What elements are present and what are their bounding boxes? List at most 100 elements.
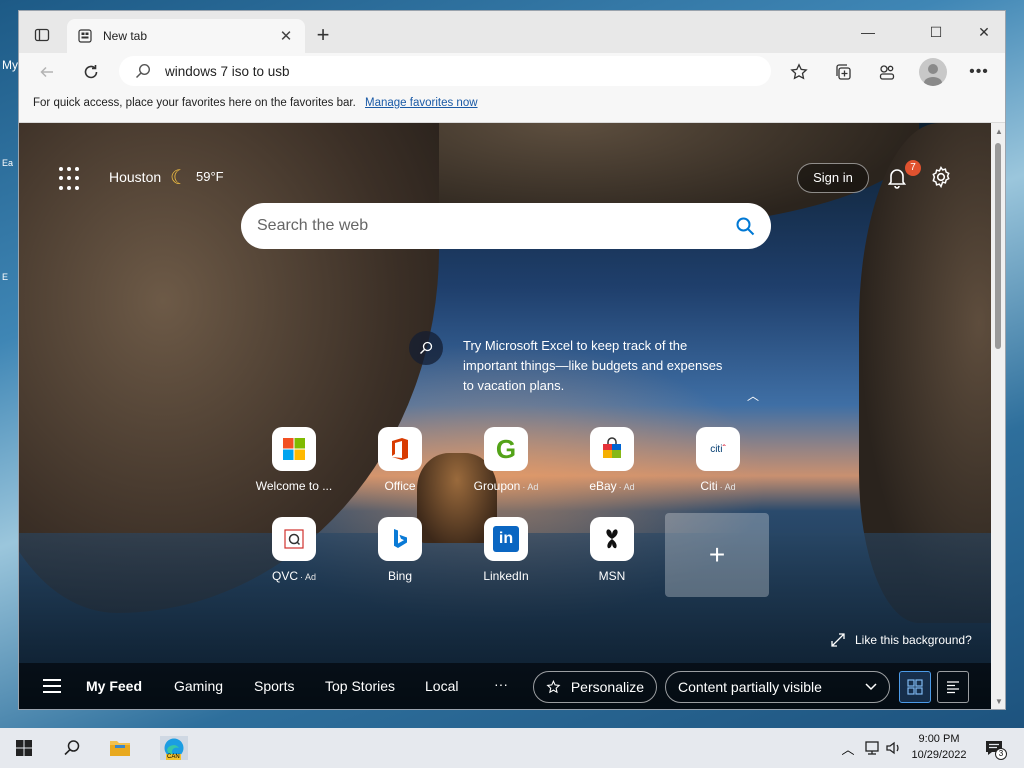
search-icon: [64, 740, 80, 756]
scroll-down-arrow-icon[interactable]: ▼: [994, 697, 1004, 706]
new-tab-page: Houston ☾ 59°F Sign in 7 Search the web …: [19, 123, 991, 709]
tile-label: Citi: [700, 479, 718, 493]
tab-actions-icon: [34, 28, 50, 42]
desktop-label-2: Ea: [2, 158, 14, 168]
avatar-icon: [924, 64, 942, 86]
moon-icon: ☾: [170, 167, 188, 189]
grid-view-button[interactable]: [899, 671, 931, 703]
edge-badge: CAN: [166, 754, 181, 760]
page-scrollbar[interactable]: ▲ ▼: [991, 123, 1005, 709]
scrollbar-thumb[interactable]: [995, 143, 1001, 349]
action-center-badge: 3: [995, 748, 1007, 760]
gear-icon[interactable]: [929, 165, 953, 189]
quick-link-tile[interactable]: Bing: [357, 517, 443, 597]
hamburger-menu-icon[interactable]: [43, 679, 61, 693]
content-visibility-dropdown[interactable]: Content partially visible: [665, 671, 890, 703]
tile-label: QVC: [271, 569, 298, 583]
office-logo-icon: [378, 427, 422, 471]
feed-more-icon[interactable]: ···: [494, 676, 508, 692]
weather-city[interactable]: Houston: [109, 169, 161, 185]
show-hidden-icons-button[interactable]: ︿: [836, 736, 860, 760]
like-background-link[interactable]: Like this background?: [831, 633, 972, 647]
title-bar: New tab ✕ + — ☐ ✕: [19, 11, 1005, 53]
list-view-button[interactable]: [937, 671, 969, 703]
feed-tab-local[interactable]: Local: [425, 678, 458, 694]
feed-tab-top-stories[interactable]: Top Stories: [325, 678, 395, 694]
personalize-button[interactable]: Personalize: [533, 671, 657, 703]
sign-in-button[interactable]: Sign in: [797, 163, 869, 193]
desktop-label-1: My: [2, 58, 18, 72]
tip-text[interactable]: Try Microsoft Excel to keep track of the…: [463, 336, 723, 396]
address-text: windows 7 iso to usb: [165, 63, 290, 79]
search-icon[interactable]: [735, 216, 755, 236]
scroll-up-arrow-icon[interactable]: ▲: [994, 127, 1004, 136]
web-search-box[interactable]: Search the web: [241, 203, 771, 249]
tile-label: MSN: [598, 569, 626, 583]
feed-navigation: My Feed Gaming Sports Top Stories Local …: [19, 663, 991, 709]
clock-time: 9:00 PM: [918, 733, 960, 745]
back-button[interactable]: [33, 58, 61, 86]
new-tab-button[interactable]: +: [311, 24, 335, 48]
star-icon: [790, 63, 808, 80]
tip-search-icon[interactable]: [409, 331, 443, 365]
feed-tab-gaming[interactable]: Gaming: [174, 678, 223, 694]
feed-tab-sports[interactable]: Sports: [254, 678, 294, 694]
microsoft-logo-icon: [272, 427, 316, 471]
desktop-label-3: E: [2, 272, 9, 282]
system-clock[interactable]: 9:00 PM 10/29/2022: [904, 731, 974, 763]
ad-label: · Ad: [719, 482, 736, 492]
quick-link-tile[interactable]: G Groupon · Ad: [463, 427, 549, 507]
profile-avatar[interactable]: [919, 58, 947, 86]
quick-link-tile[interactable]: in LinkedIn: [463, 517, 549, 597]
linkedin-logo-icon: in: [484, 517, 528, 561]
tile-label: LinkedIn: [483, 569, 529, 583]
tab-actions-button[interactable]: [29, 22, 55, 48]
favorites-button[interactable]: [785, 58, 813, 86]
collections-icon: [836, 64, 851, 80]
manage-favorites-link[interactable]: Manage favorites now: [365, 97, 478, 109]
quick-link-tile[interactable]: Office: [357, 427, 443, 507]
refresh-button[interactable]: [77, 58, 105, 86]
favorites-bar-message: For quick access, place your favorites h…: [33, 97, 356, 109]
taskbar-search-button[interactable]: [60, 736, 84, 760]
search-icon: [135, 63, 151, 79]
weather-temperature[interactable]: 59°F: [196, 169, 224, 184]
quick-link-tile[interactable]: MSN: [569, 517, 655, 597]
edge-taskbar-button[interactable]: CAN: [160, 736, 188, 760]
file-explorer-button[interactable]: [108, 736, 132, 760]
close-window-button[interactable]: ✕: [961, 19, 1005, 45]
quick-link-tile[interactable]: Welcome to ...: [251, 427, 337, 507]
address-bar[interactable]: windows 7 iso to usb: [119, 56, 771, 86]
add-quick-link-button[interactable]: +: [665, 513, 769, 597]
notification-badge: 7: [905, 160, 921, 176]
expand-icon: [831, 633, 845, 647]
start-button[interactable]: [12, 736, 36, 760]
collections-button[interactable]: [829, 58, 857, 86]
tab-close-icon[interactable]: ✕: [277, 27, 295, 45]
network-icon[interactable]: [860, 736, 884, 760]
tab-new-tab[interactable]: New tab ✕: [67, 19, 305, 53]
folder-icon: [110, 741, 130, 756]
app-launcher-icon[interactable]: [59, 167, 83, 191]
feed-tab-my-feed[interactable]: My Feed: [86, 678, 142, 694]
more-menu-button[interactable]: •••: [965, 58, 993, 86]
tab-title: New tab: [103, 29, 148, 43]
extensions-button[interactable]: [873, 58, 901, 86]
favorites-bar: For quick access, place your favorites h…: [19, 91, 1005, 123]
groupon-logo-icon: G: [484, 427, 528, 471]
maximize-button[interactable]: ☐: [913, 19, 959, 45]
sparkle-star-icon: [546, 679, 561, 694]
taskbar: CAN ︿ 9:00 PM 10/29/2022 3: [0, 728, 1024, 768]
minimize-button[interactable]: —: [845, 19, 891, 45]
bing-logo-icon: [378, 517, 422, 561]
chevron-up-icon[interactable]: ︿: [745, 387, 761, 403]
msn-logo-icon: [590, 517, 634, 561]
action-center-button[interactable]: 3: [982, 736, 1007, 760]
volume-icon[interactable]: [882, 736, 906, 760]
quick-link-tile[interactable]: citiˆ Citi · Ad: [675, 427, 761, 507]
quick-link-tile[interactable]: eBay · Ad: [569, 427, 655, 507]
quick-link-tile[interactable]: QVC · Ad: [251, 517, 337, 597]
ad-label: · Ad: [300, 572, 317, 582]
tile-label: Office: [384, 479, 416, 493]
new-tab-icon: [77, 28, 93, 44]
